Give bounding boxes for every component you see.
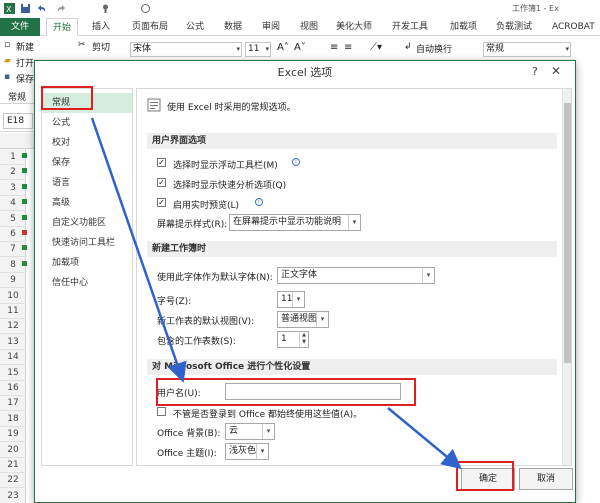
excel-window: X 工作簿1 - Ex 文件 开始 插入 页面布局 公式 数据 审阅 视图 美化… [0, 0, 600, 503]
arrow-to-ok [387, 407, 462, 470]
annotation-arrows [90, 117, 462, 470]
arrow-to-username [90, 117, 187, 383]
